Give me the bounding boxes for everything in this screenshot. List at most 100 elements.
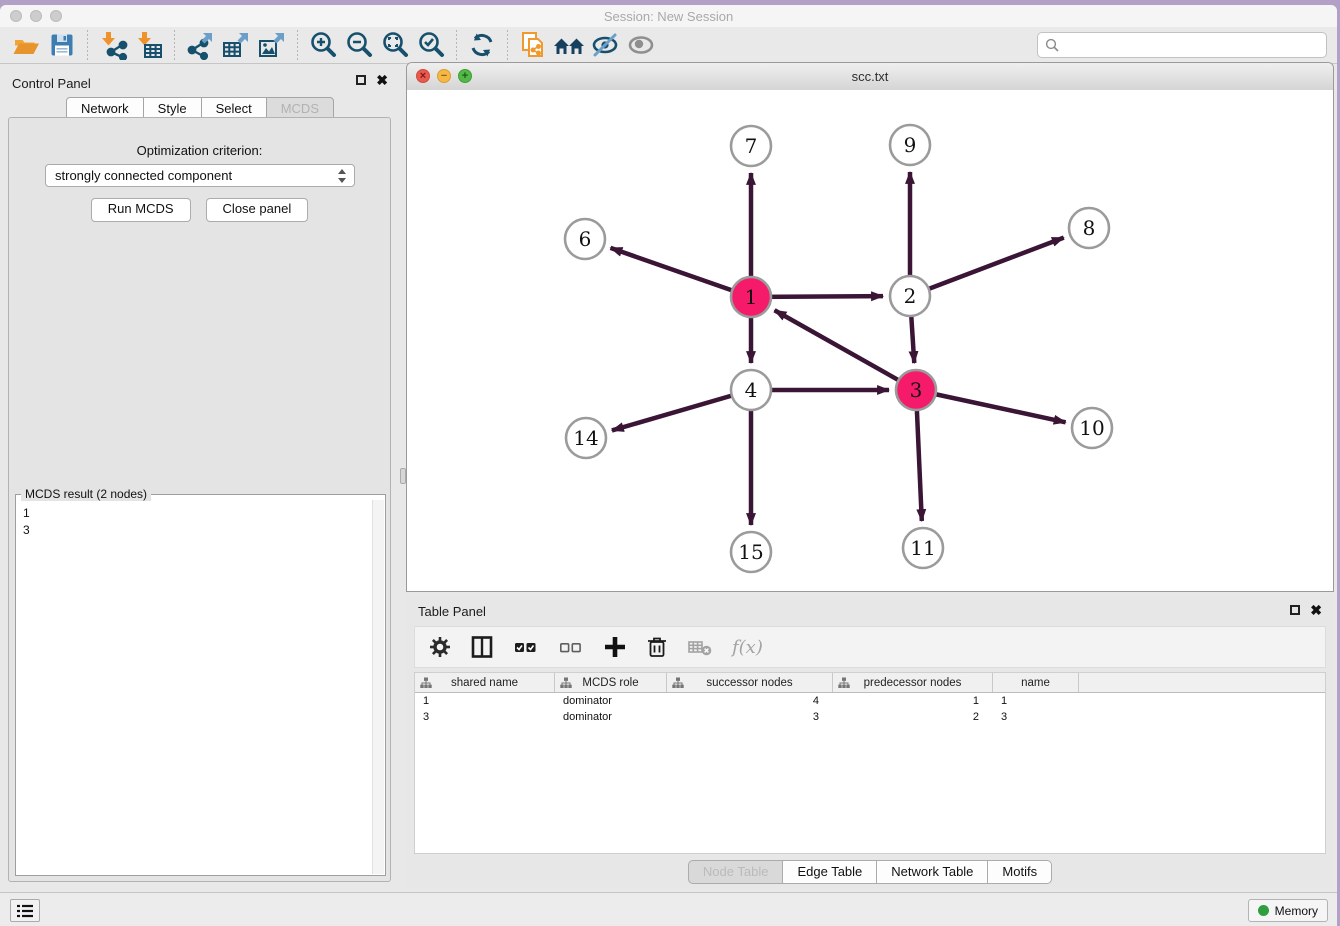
- network-graph[interactable]: 7968124314101511: [407, 90, 1333, 591]
- status-bar: Memory: [0, 892, 1337, 926]
- optimization-criterion-select[interactable]: strongly connected component: [45, 164, 355, 187]
- mcds-result-text[interactable]: 1 3: [16, 499, 385, 875]
- list-icon: [16, 904, 34, 918]
- select-stepper-icon: [338, 168, 347, 184]
- birds-eye-view-button[interactable]: [623, 30, 659, 60]
- table-toolbar: f(x): [414, 626, 1326, 668]
- edge-2-8[interactable]: [910, 238, 1064, 296]
- node-label-9: 9: [904, 133, 917, 157]
- cell-name[interactable]: 3: [993, 711, 1079, 723]
- cell-shared-name[interactable]: 1: [415, 695, 555, 707]
- edge-4-14[interactable]: [612, 390, 751, 430]
- first-neighbors-button[interactable]: [551, 30, 587, 60]
- network-canvas[interactable]: 7968124314101511: [407, 90, 1333, 591]
- tab-motifs[interactable]: Motifs: [987, 860, 1052, 884]
- cell-name[interactable]: 1: [993, 695, 1079, 707]
- cell-predecessor-nodes[interactable]: 1: [833, 695, 993, 707]
- node-label-1: 1: [745, 285, 758, 309]
- close-panel-icon[interactable]: ✖: [376, 74, 388, 86]
- node-label-14: 14: [573, 426, 598, 450]
- toolbar-separator: [507, 30, 508, 60]
- float-panel-icon[interactable]: [356, 75, 366, 85]
- close-panel-button[interactable]: Close panel: [206, 198, 309, 222]
- toolbar-separator: [174, 30, 175, 60]
- open-session-icon: [11, 30, 41, 60]
- result-scrollbar[interactable]: [372, 500, 384, 874]
- column-header-label: name: [1021, 677, 1050, 689]
- zoom-fit-button[interactable]: [377, 30, 413, 60]
- memory-button[interactable]: Memory: [1248, 899, 1328, 922]
- zoom-in-button[interactable]: [305, 30, 341, 60]
- table-panel-title: Table Panel: [418, 604, 486, 619]
- cell-successor-nodes[interactable]: 3: [667, 711, 833, 723]
- save-session-button[interactable]: [44, 30, 80, 60]
- export-network-button[interactable]: [182, 30, 218, 60]
- search-input[interactable]: [1065, 37, 1326, 54]
- import-network-icon: [98, 30, 128, 60]
- select-all-rows-icon[interactable]: [513, 637, 539, 657]
- column-view-icon[interactable]: [470, 635, 494, 659]
- tab-edge-table[interactable]: Edge Table: [782, 860, 877, 884]
- run-mcds-button[interactable]: Run MCDS: [91, 198, 191, 222]
- export-network-icon: [185, 30, 215, 60]
- hierarchy-icon: [838, 677, 850, 689]
- column-header-label: predecessor nodes: [864, 677, 962, 689]
- zoom-out-icon: [344, 30, 374, 60]
- cell-successor-nodes[interactable]: 4: [667, 695, 833, 707]
- column-header-name[interactable]: name: [993, 673, 1079, 692]
- import-network-button[interactable]: [95, 30, 131, 60]
- first-neighbors-icon: [552, 30, 586, 60]
- import-table-icon: [134, 30, 164, 60]
- edge-3-1[interactable]: [775, 310, 916, 390]
- node-label-11: 11: [910, 536, 935, 560]
- zoom-selected-button[interactable]: [413, 30, 449, 60]
- open-session-button[interactable]: [8, 30, 44, 60]
- zoom-fit-icon: [380, 30, 410, 60]
- cell-shared-name[interactable]: 3: [415, 711, 555, 723]
- toolbar-separator: [297, 30, 298, 60]
- settings-gear-icon[interactable]: [429, 636, 451, 658]
- tab-node-table[interactable]: Node Table: [688, 860, 784, 884]
- edge-3-10[interactable]: [916, 390, 1066, 422]
- node-label-7: 7: [745, 134, 758, 158]
- task-history-button[interactable]: [10, 899, 40, 922]
- titlebar: Session: New Session: [0, 5, 1337, 27]
- cell-MCDS-role[interactable]: dominator: [555, 711, 667, 723]
- node-label-8: 8: [1083, 216, 1096, 240]
- delete-table-icon[interactable]: [687, 636, 713, 658]
- zoom-out-button[interactable]: [341, 30, 377, 60]
- column-header-MCDS-role[interactable]: MCDS role: [555, 673, 667, 692]
- memory-status-icon: [1258, 905, 1269, 916]
- clone-network-button[interactable]: [515, 30, 551, 60]
- function-builder-icon[interactable]: f(x): [732, 637, 763, 658]
- refresh-icon: [467, 30, 497, 60]
- edge-1-6[interactable]: [610, 248, 751, 297]
- result-line: 3: [23, 522, 379, 539]
- column-header-shared-name[interactable]: shared name: [415, 673, 555, 692]
- table-row[interactable]: 1dominator411: [415, 693, 1325, 709]
- export-image-button[interactable]: [254, 30, 290, 60]
- deselect-all-rows-icon[interactable]: [558, 637, 584, 657]
- toggle-graphics-details-button[interactable]: [587, 30, 623, 60]
- node-table[interactable]: shared nameMCDS rolesuccessor nodes prede…: [414, 672, 1326, 854]
- table-row[interactable]: 3dominator323: [415, 709, 1325, 725]
- float-table-panel-icon[interactable]: [1290, 605, 1300, 615]
- refresh-button[interactable]: [464, 30, 500, 60]
- column-header-successor-nodes[interactable]: successor nodes: [667, 673, 833, 692]
- node-label-15: 15: [738, 540, 763, 564]
- cell-predecessor-nodes[interactable]: 2: [833, 711, 993, 723]
- node-label-4: 4: [745, 378, 758, 402]
- column-header-predecessor-nodes[interactable]: predecessor nodes: [833, 673, 993, 692]
- add-column-icon[interactable]: [603, 635, 627, 659]
- close-table-panel-icon[interactable]: ✖: [1310, 604, 1322, 616]
- export-table-button[interactable]: [218, 30, 254, 60]
- cell-MCDS-role[interactable]: dominator: [555, 695, 667, 707]
- delete-column-icon[interactable]: [646, 635, 668, 659]
- zoom-in-icon: [308, 30, 338, 60]
- main-toolbar: [0, 27, 1337, 64]
- network-window-titlebar: × − + scc.txt: [407, 63, 1333, 91]
- node-label-6: 6: [579, 227, 592, 251]
- optimization-criterion-value: strongly connected component: [55, 168, 232, 183]
- import-table-button[interactable]: [131, 30, 167, 60]
- tab-network-table[interactable]: Network Table: [876, 860, 988, 884]
